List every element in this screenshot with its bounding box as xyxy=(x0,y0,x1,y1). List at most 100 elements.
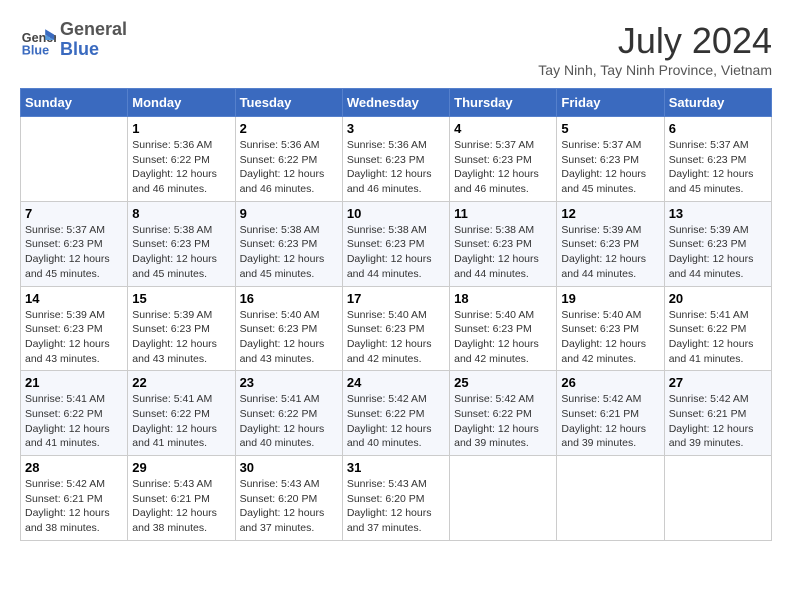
weekday-header-friday: Friday xyxy=(557,89,664,117)
cell-content: Sunrise: 5:40 AM Sunset: 6:23 PM Dayligh… xyxy=(347,308,445,367)
month-year-title: July 2024 xyxy=(538,20,772,62)
calendar-cell: 6 Sunrise: 5:37 AM Sunset: 6:23 PM Daylig… xyxy=(664,117,771,202)
weekday-header-monday: Monday xyxy=(128,89,235,117)
calendar-cell: 12 Sunrise: 5:39 AM Sunset: 6:23 PM Dayli… xyxy=(557,201,664,286)
day-number: 2 xyxy=(240,121,338,136)
day-number: 30 xyxy=(240,460,338,475)
calendar-week-row: 7 Sunrise: 5:37 AM Sunset: 6:23 PM Daylig… xyxy=(21,201,772,286)
calendar-cell: 7 Sunrise: 5:37 AM Sunset: 6:23 PM Daylig… xyxy=(21,201,128,286)
title-section: July 2024 Tay Ninh, Tay Ninh Province, V… xyxy=(538,20,772,78)
cell-content: Sunrise: 5:43 AM Sunset: 6:20 PM Dayligh… xyxy=(347,477,445,536)
day-number: 22 xyxy=(132,375,230,390)
cell-content: Sunrise: 5:43 AM Sunset: 6:21 PM Dayligh… xyxy=(132,477,230,536)
cell-content: Sunrise: 5:38 AM Sunset: 6:23 PM Dayligh… xyxy=(347,223,445,282)
weekday-header-thursday: Thursday xyxy=(450,89,557,117)
logo-line2: Blue xyxy=(60,40,127,60)
calendar-cell: 28 Sunrise: 5:42 AM Sunset: 6:21 PM Dayli… xyxy=(21,456,128,541)
calendar-cell: 15Sunrise: 5:39 AM Sunset: 6:23 PM Dayli… xyxy=(128,286,235,371)
calendar-cell: 29 Sunrise: 5:43 AM Sunset: 6:21 PM Dayli… xyxy=(128,456,235,541)
calendar-cell: 13 Sunrise: 5:39 AM Sunset: 6:23 PM Dayli… xyxy=(664,201,771,286)
day-number: 13 xyxy=(669,206,767,221)
weekday-header-saturday: Saturday xyxy=(664,89,771,117)
calendar-cell: 23Sunrise: 5:41 AM Sunset: 6:22 PM Dayli… xyxy=(235,371,342,456)
cell-content: Sunrise: 5:42 AM Sunset: 6:22 PM Dayligh… xyxy=(454,392,552,451)
day-number: 20 xyxy=(669,291,767,306)
calendar-header-row: SundayMondayTuesdayWednesdayThursdayFrid… xyxy=(21,89,772,117)
day-number: 23 xyxy=(240,375,338,390)
day-number: 18 xyxy=(454,291,552,306)
logo: General Blue General Blue xyxy=(20,20,127,60)
calendar-cell: 19 Sunrise: 5:40 AM Sunset: 6:23 PM Dayli… xyxy=(557,286,664,371)
day-number: 7 xyxy=(25,206,123,221)
calendar-cell: 20 Sunrise: 5:41 AM Sunset: 6:22 PM Dayli… xyxy=(664,286,771,371)
cell-content: Sunrise: 5:36 AM Sunset: 6:22 PM Dayligh… xyxy=(132,138,230,197)
day-number: 10 xyxy=(347,206,445,221)
weekday-header-sunday: Sunday xyxy=(21,89,128,117)
cell-content: Sunrise: 5:41 AM Sunset: 6:22 PM Dayligh… xyxy=(25,392,123,451)
cell-content: Sunrise: 5:39 AM Sunset: 6:23 PM Dayligh… xyxy=(25,308,123,367)
cell-content: Sunrise: 5:43 AM Sunset: 6:20 PM Dayligh… xyxy=(240,477,338,536)
calendar-week-row: 21 Sunrise: 5:41 AM Sunset: 6:22 PM Dayli… xyxy=(21,371,772,456)
cell-content: Sunrise: 5:36 AM Sunset: 6:23 PM Dayligh… xyxy=(347,138,445,197)
day-number: 12 xyxy=(561,206,659,221)
logo-text: General Blue xyxy=(60,20,127,60)
cell-content: Sunrise: 5:39 AM Sunset: 6:23 PM Dayligh… xyxy=(561,223,659,282)
calendar-cell: 9 Sunrise: 5:38 AM Sunset: 6:23 PM Daylig… xyxy=(235,201,342,286)
calendar-cell: 25 Sunrise: 5:42 AM Sunset: 6:22 PM Dayli… xyxy=(450,371,557,456)
calendar-cell: 10 Sunrise: 5:38 AM Sunset: 6:23 PM Dayli… xyxy=(342,201,449,286)
cell-content: Sunrise: 5:37 AM Sunset: 6:23 PM Dayligh… xyxy=(561,138,659,197)
cell-content: Sunrise: 5:39 AM Sunset: 6:23 PM Dayligh… xyxy=(669,223,767,282)
day-number: 28 xyxy=(25,460,123,475)
calendar-cell: 18 Sunrise: 5:40 AM Sunset: 6:23 PM Dayli… xyxy=(450,286,557,371)
calendar-cell xyxy=(664,456,771,541)
day-number: 24 xyxy=(347,375,445,390)
calendar-cell: 26 Sunrise: 5:42 AM Sunset: 6:21 PM Dayli… xyxy=(557,371,664,456)
day-number: 19 xyxy=(561,291,659,306)
calendar-week-row: 14 Sunrise: 5:39 AM Sunset: 6:23 PM Dayli… xyxy=(21,286,772,371)
day-number: 3 xyxy=(347,121,445,136)
calendar-cell: 22 Sunrise: 5:41 AM Sunset: 6:22 PM Dayli… xyxy=(128,371,235,456)
day-number: 25 xyxy=(454,375,552,390)
day-number: 9 xyxy=(240,206,338,221)
calendar-week-row: 1 Sunrise: 5:36 AM Sunset: 6:22 PM Daylig… xyxy=(21,117,772,202)
cell-content: Sunrise: 5:38 AM Sunset: 6:23 PM Dayligh… xyxy=(132,223,230,282)
calendar-cell: 2 Sunrise: 5:36 AM Sunset: 6:22 PM Daylig… xyxy=(235,117,342,202)
calendar-cell xyxy=(21,117,128,202)
calendar-cell: 24Sunrise: 5:42 AM Sunset: 6:22 PM Dayli… xyxy=(342,371,449,456)
day-number: 14 xyxy=(25,291,123,306)
calendar-cell: 16Sunrise: 5:40 AM Sunset: 6:23 PM Dayli… xyxy=(235,286,342,371)
calendar-cell: 21 Sunrise: 5:41 AM Sunset: 6:22 PM Dayli… xyxy=(21,371,128,456)
calendar-cell: 11 Sunrise: 5:38 AM Sunset: 6:23 PM Dayli… xyxy=(450,201,557,286)
cell-content: Sunrise: 5:40 AM Sunset: 6:23 PM Dayligh… xyxy=(561,308,659,367)
day-number: 27 xyxy=(669,375,767,390)
cell-content: Sunrise: 5:36 AM Sunset: 6:22 PM Dayligh… xyxy=(240,138,338,197)
calendar-week-row: 28 Sunrise: 5:42 AM Sunset: 6:21 PM Dayli… xyxy=(21,456,772,541)
day-number: 29 xyxy=(132,460,230,475)
day-number: 21 xyxy=(25,375,123,390)
cell-content: Sunrise: 5:40 AM Sunset: 6:23 PM Dayligh… xyxy=(454,308,552,367)
cell-content: Sunrise: 5:38 AM Sunset: 6:23 PM Dayligh… xyxy=(454,223,552,282)
calendar-cell: 3 Sunrise: 5:36 AM Sunset: 6:23 PM Daylig… xyxy=(342,117,449,202)
cell-content: Sunrise: 5:37 AM Sunset: 6:23 PM Dayligh… xyxy=(25,223,123,282)
calendar-cell: 17 Sunrise: 5:40 AM Sunset: 6:23 PM Dayli… xyxy=(342,286,449,371)
cell-content: Sunrise: 5:42 AM Sunset: 6:21 PM Dayligh… xyxy=(25,477,123,536)
calendar-cell: 8 Sunrise: 5:38 AM Sunset: 6:23 PM Daylig… xyxy=(128,201,235,286)
cell-content: Sunrise: 5:37 AM Sunset: 6:23 PM Dayligh… xyxy=(669,138,767,197)
day-number: 17 xyxy=(347,291,445,306)
logo-icon: General Blue xyxy=(20,22,56,58)
day-number: 26 xyxy=(561,375,659,390)
day-number: 8 xyxy=(132,206,230,221)
calendar-cell: 30 Sunrise: 5:43 AM Sunset: 6:20 PM Dayli… xyxy=(235,456,342,541)
cell-content: Sunrise: 5:41 AM Sunset: 6:22 PM Dayligh… xyxy=(669,308,767,367)
day-number: 11 xyxy=(454,206,552,221)
calendar-cell: 14 Sunrise: 5:39 AM Sunset: 6:23 PM Dayli… xyxy=(21,286,128,371)
cell-content: Sunrise: 5:42 AM Sunset: 6:21 PM Dayligh… xyxy=(561,392,659,451)
cell-content: Sunrise: 5:41 AM Sunset: 6:22 PM Dayligh… xyxy=(132,392,230,451)
cell-content: Sunrise: 5:38 AM Sunset: 6:23 PM Dayligh… xyxy=(240,223,338,282)
day-number: 1 xyxy=(132,121,230,136)
day-number: 5 xyxy=(561,121,659,136)
day-number: 4 xyxy=(454,121,552,136)
cell-content: Sunrise: 5:39 AM Sunset: 6:23 PM Dayligh… xyxy=(132,308,230,367)
day-number: 6 xyxy=(669,121,767,136)
calendar-cell: 31Sunrise: 5:43 AM Sunset: 6:20 PM Dayli… xyxy=(342,456,449,541)
